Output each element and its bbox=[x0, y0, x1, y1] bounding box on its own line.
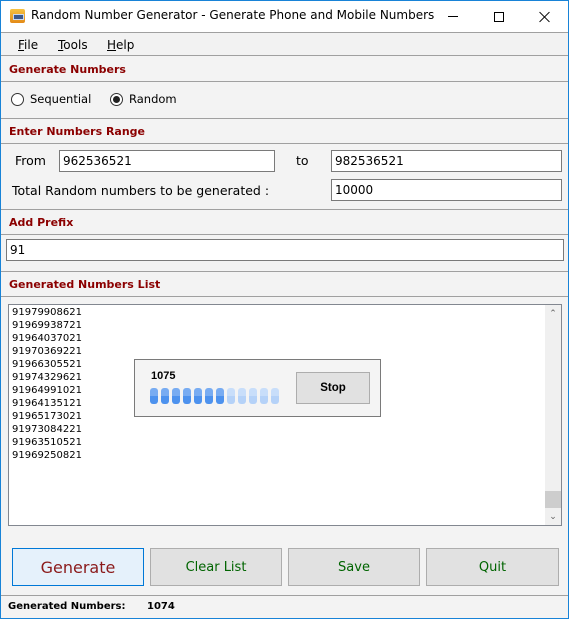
total-input[interactable] bbox=[331, 179, 562, 201]
list-item[interactable]: 91969250821 bbox=[12, 449, 82, 462]
quit-button[interactable]: Quit bbox=[426, 548, 559, 586]
generate-button[interactable]: Generate bbox=[12, 548, 144, 586]
to-label: to bbox=[296, 153, 309, 168]
list-item[interactable]: 91965173021 bbox=[12, 410, 82, 423]
menu-file[interactable]: File bbox=[18, 38, 38, 52]
list-item[interactable]: 91969938721 bbox=[12, 319, 82, 332]
menu-tools-label: ools bbox=[63, 38, 88, 52]
list-item[interactable]: 91970369221 bbox=[12, 345, 82, 358]
to-input[interactable] bbox=[331, 150, 562, 172]
progress-segment bbox=[172, 388, 180, 404]
progress-segment bbox=[249, 388, 257, 404]
list-item[interactable]: 91964135121 bbox=[12, 397, 82, 410]
chevron-up-icon: ⌃ bbox=[549, 308, 557, 319]
progress-segment bbox=[238, 388, 246, 404]
maximize-icon bbox=[494, 11, 504, 22]
clear-list-button[interactable]: Clear List bbox=[150, 548, 282, 586]
progress-popup: 1075 Stop bbox=[134, 359, 381, 417]
scroll-thumb[interactable] bbox=[545, 491, 561, 508]
minimize-icon bbox=[448, 16, 458, 17]
progress-segment bbox=[150, 388, 158, 404]
menu-help-accel: H bbox=[107, 38, 117, 52]
app-icon bbox=[10, 9, 25, 23]
scroll-up-button[interactable]: ⌃ bbox=[545, 305, 561, 322]
random-radio[interactable]: Random bbox=[110, 92, 177, 106]
close-icon bbox=[539, 11, 551, 23]
numbers-range-header: Enter Numbers Range bbox=[1, 119, 568, 144]
title-bar: Random Number Generator - Generate Phone… bbox=[1, 1, 568, 32]
sequential-radio-circle bbox=[11, 92, 24, 106]
menu-help[interactable]: Help bbox=[107, 38, 134, 52]
random-label: Random bbox=[129, 92, 177, 106]
menu-help-label: elp bbox=[116, 38, 135, 52]
progress-segment bbox=[194, 388, 202, 404]
close-button[interactable] bbox=[522, 1, 568, 32]
list-items: 91979908621 91969938721 91964037021 9197036… bbox=[12, 306, 82, 462]
random-radio-circle bbox=[110, 92, 123, 106]
list-item[interactable]: 91973084221 bbox=[12, 423, 82, 436]
status-bar: Generated Numbers: 1074 bbox=[1, 595, 568, 618]
progress-indicator bbox=[150, 388, 279, 404]
list-item[interactable]: 91963510521 bbox=[12, 436, 82, 449]
app-window: Random Number Generator - Generate Phone… bbox=[0, 0, 569, 619]
sequential-radio[interactable]: Sequential bbox=[11, 92, 91, 106]
add-prefix-header: Add Prefix bbox=[1, 210, 568, 235]
minimize-button[interactable] bbox=[430, 1, 476, 32]
progress-segment bbox=[260, 388, 268, 404]
generate-numbers-header: Generate Numbers bbox=[1, 57, 568, 82]
list-scrollbar[interactable]: ⌃ ⌄ bbox=[545, 305, 561, 525]
menu-tools[interactable]: Tools bbox=[58, 38, 88, 52]
list-item[interactable]: 91974329621 bbox=[12, 371, 82, 384]
list-item[interactable]: 91964037021 bbox=[12, 332, 82, 345]
prefix-input[interactable] bbox=[6, 239, 564, 261]
save-button[interactable]: Save bbox=[288, 548, 420, 586]
total-label: Total Random numbers to be generated : bbox=[12, 183, 270, 198]
window-title: Random Number Generator - Generate Phone… bbox=[31, 8, 435, 22]
list-item[interactable]: 91966305521 bbox=[12, 358, 82, 371]
from-label: From bbox=[15, 153, 46, 168]
status-count: 1074 bbox=[147, 601, 175, 612]
from-input[interactable] bbox=[59, 150, 275, 172]
maximize-button[interactable] bbox=[476, 1, 522, 32]
list-item[interactable]: 91964991021 bbox=[12, 384, 82, 397]
chevron-down-icon: ⌄ bbox=[549, 511, 557, 522]
progress-segment bbox=[161, 388, 169, 404]
progress-segment bbox=[216, 388, 224, 404]
menu-bar: File Tools Help bbox=[1, 32, 568, 56]
progress-segment bbox=[227, 388, 235, 404]
generated-list-header: Generated Numbers List bbox=[1, 272, 568, 297]
progress-count: 1075 bbox=[151, 370, 176, 382]
progress-segment bbox=[205, 388, 213, 404]
stop-button[interactable]: Stop bbox=[296, 372, 370, 404]
menu-file-label: ile bbox=[24, 38, 39, 52]
sequential-label: Sequential bbox=[30, 92, 92, 106]
list-item[interactable]: 91979908621 bbox=[12, 306, 82, 319]
status-label: Generated Numbers: bbox=[8, 601, 126, 612]
progress-segment bbox=[271, 388, 279, 404]
progress-segment bbox=[183, 388, 191, 404]
scroll-down-button[interactable]: ⌄ bbox=[545, 508, 561, 525]
